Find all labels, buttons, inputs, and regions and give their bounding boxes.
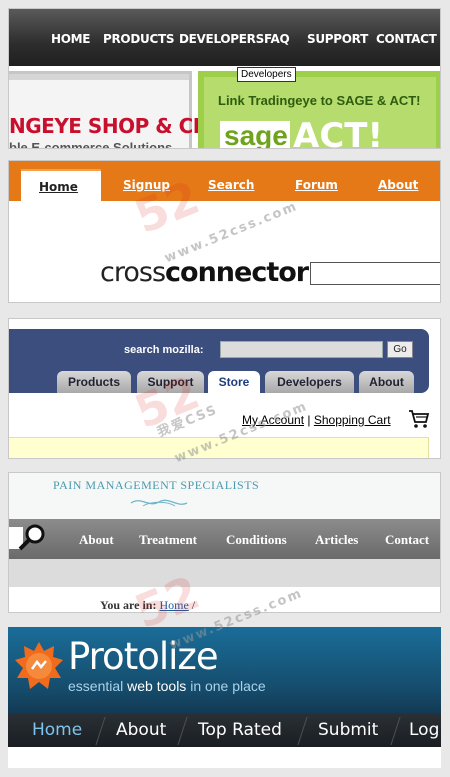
nav-treatment[interactable]: Treatment [139, 532, 197, 548]
tab-developers[interactable]: Developers [265, 371, 354, 393]
nav-products[interactable]: PRODUCTS [103, 32, 174, 46]
protolize-brand: Protolize [68, 635, 219, 678]
ornament-icon [130, 499, 188, 507]
tradingeye-card: HOME PRODUCTS DEVELOPERS FAQ SUPPORT CON… [8, 8, 441, 149]
crossconnector-logo: crossconnector [100, 257, 309, 288]
pain-header: PAIN MANAGEMENT SPECIALISTS [9, 473, 440, 519]
nav-about[interactable]: About [79, 532, 114, 548]
tab-about[interactable]: About [378, 178, 418, 192]
act-logo: ACT! [293, 116, 383, 149]
breadcrumb: You are in: Home / [100, 598, 196, 612]
site-title: PAIN MANAGEMENT SPECIALISTS [53, 478, 260, 492]
search-input[interactable] [220, 341, 383, 358]
tagline-bold: web tools [127, 678, 187, 694]
protolize-logo-icon [15, 642, 63, 689]
breadcrumb-separator: / [191, 598, 196, 612]
search-input[interactable] [310, 262, 440, 285]
protolize-tagline: essential web tools in one place [68, 678, 266, 694]
tab-home-label: Home [39, 180, 78, 194]
sage-logo: sage [220, 121, 290, 148]
tagline-post: in one place [190, 678, 266, 694]
nav-submit[interactable]: Submit [318, 720, 378, 740]
tagline-pre: essential [68, 678, 124, 694]
tab-home[interactable]: Home [21, 169, 101, 201]
nav-support[interactable]: SUPPORT [307, 32, 368, 46]
nav-about[interactable]: About [116, 720, 166, 740]
tab-forum[interactable]: Forum [295, 178, 338, 192]
tab-store[interactable]: Store [208, 371, 260, 393]
pain-nav-bar: About Treatment Conditions Articles Cont… [9, 519, 440, 559]
tab-products[interactable]: Products [57, 371, 131, 393]
my-account-link[interactable]: My Account [242, 413, 304, 427]
protolize-card: Protolize essential web tools in one pla… [8, 627, 441, 768]
search-label: search mozilla: [124, 344, 204, 356]
nav-articles[interactable]: Articles [315, 532, 358, 548]
main-nav-bar: HOME PRODUCTS DEVELOPERS FAQ SUPPORT CON… [9, 9, 440, 66]
crossconnector-card: Home Signup Search Forum About crossconn… [8, 160, 441, 303]
developers-tooltip: Developers [237, 67, 296, 82]
nav-top-rated[interactable]: Top Rated [198, 720, 282, 740]
sub-strip [9, 559, 440, 587]
mozilla-header: search mozilla: Go Products Support Stor… [9, 329, 429, 393]
mozilla-card: search mozilla: Go Products Support Stor… [8, 318, 441, 459]
nav-faq[interactable]: FAQ [264, 32, 290, 46]
shop-banner[interactable]: NGEYE SHOP & CMS ble E-commerce Solution… [9, 71, 227, 149]
account-links: My Account | Shopping Cart [242, 413, 391, 427]
sage-banner-title: Link Tradingeye to SAGE & ACT! [218, 93, 421, 108]
tab-support[interactable]: Support [137, 371, 204, 393]
notice-bar [9, 437, 429, 458]
nav-home[interactable]: HOME [51, 32, 90, 46]
nav-log[interactable]: Log [409, 720, 439, 740]
logo-light-part: cross [100, 257, 166, 288]
sage-banner[interactable]: Link Tradingeye to SAGE & ACT! sage ACT! [198, 71, 440, 149]
nav-contact[interactable]: CONTACT [376, 32, 437, 46]
tab-signup[interactable]: Signup [123, 178, 170, 192]
shop-banner-subtitle: ble E-commerce Solutions [9, 140, 173, 149]
nav-conditions[interactable]: Conditions [226, 532, 287, 548]
breadcrumb-label: You are in: [100, 598, 157, 612]
protolize-header: Protolize essential web tools in one pla… [8, 627, 441, 713]
tab-about[interactable]: About [359, 371, 414, 393]
shop-banner-title: NGEYE SHOP & CMS [9, 114, 227, 138]
nav-home[interactable]: Home [32, 720, 82, 740]
cart-icon[interactable] [408, 409, 430, 429]
shopping-cart-link[interactable]: Shopping Cart [314, 413, 391, 427]
orange-tab-bar: Home Signup Search Forum About [9, 161, 440, 201]
link-separator: | [307, 413, 311, 427]
nav-developers[interactable]: DEVELOPERS [179, 32, 264, 46]
protolize-nav-bar: Home About Top Rated Submit Log [8, 713, 441, 747]
logo-bold-part: connector [165, 257, 309, 288]
search-icon[interactable] [9, 521, 47, 557]
nav-contact[interactable]: Contact [385, 532, 429, 548]
breadcrumb-home[interactable]: Home [159, 598, 188, 612]
tab-search[interactable]: Search [208, 178, 254, 192]
pain-management-card: PAIN MANAGEMENT SPECIALISTS About Treatm… [8, 472, 441, 613]
go-button[interactable]: Go [387, 341, 413, 358]
